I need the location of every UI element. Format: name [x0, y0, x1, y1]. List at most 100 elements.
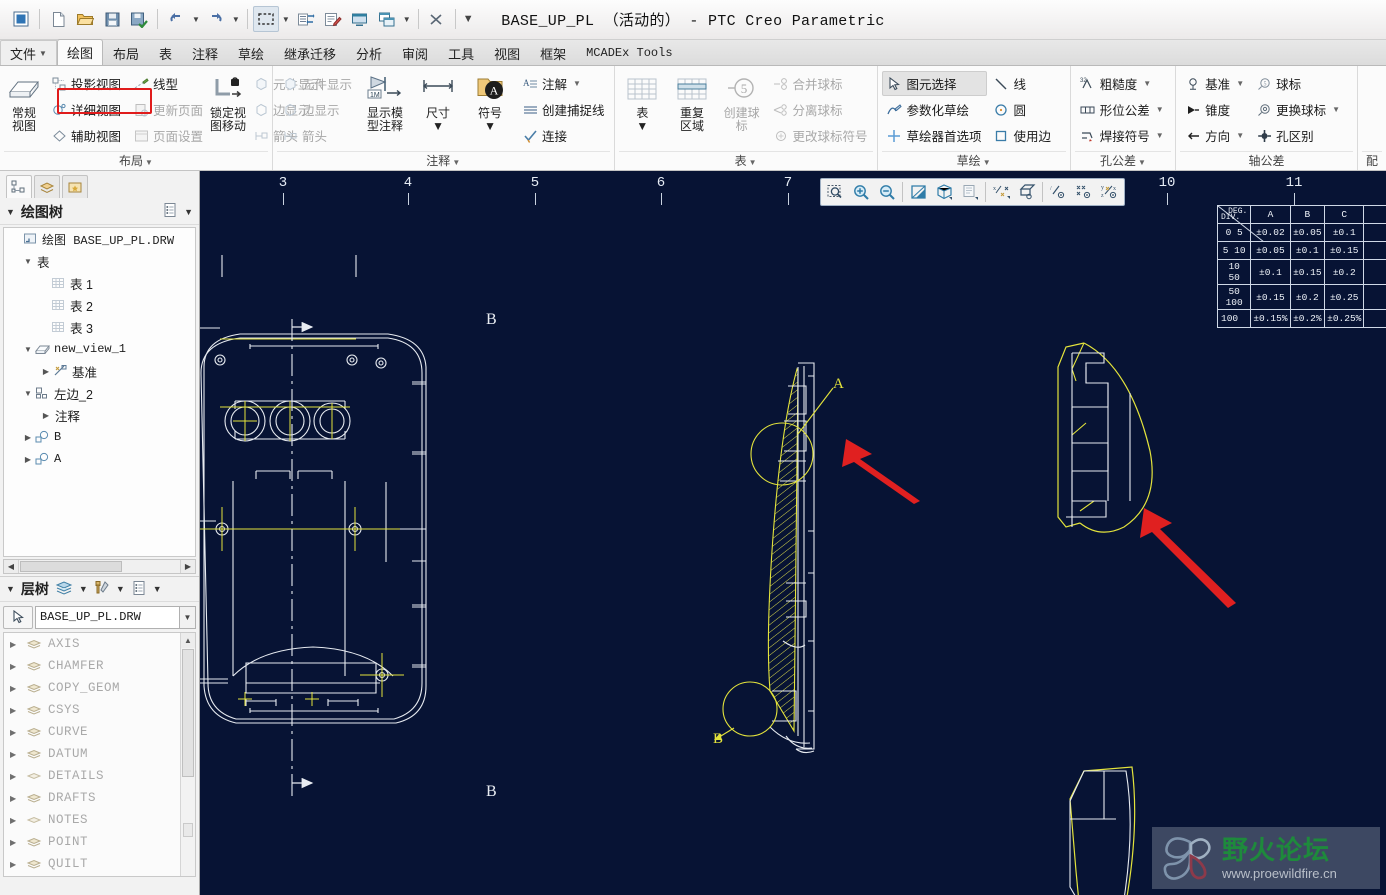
layer-expander-quilt[interactable]: ▶ — [10, 860, 24, 869]
zoom-window-icon[interactable] — [822, 180, 848, 204]
replace-balloon-dropdown-icon[interactable]: ▼ — [1332, 105, 1340, 114]
drawing-canvas[interactable]: 3 4 5 6 7 10 11 x / yzx B B A B DEG. DIV… — [200, 171, 1386, 895]
display-style-icon[interactable] — [931, 180, 957, 204]
tab-layout[interactable]: 布局 — [103, 40, 149, 65]
repeat-region-button[interactable]: 重复 区域 — [668, 69, 716, 133]
dimension-button[interactable]: 尺寸 ▼ — [413, 69, 463, 133]
tab-table[interactable]: 表 — [149, 40, 182, 65]
tree-item-table-3[interactable]: 表 3 — [4, 316, 195, 338]
group-table-expand-icon[interactable]: ▼ — [749, 158, 757, 167]
group-table-title[interactable]: 表 ▼ — [618, 151, 873, 170]
panel-mini-tabs[interactable] — [0, 171, 199, 199]
balloon-button[interactable]: 5 球标 — [1251, 71, 1345, 96]
layer-item-copy-geom[interactable]: ▶ COPY_GEOM — [4, 677, 195, 699]
edge-display-button-2[interactable]: 边显示 — [277, 97, 357, 122]
tree-expander-b[interactable]: ▶ — [22, 433, 34, 442]
layer-expander-axis[interactable]: ▶ — [10, 640, 24, 649]
layer-model-selector[interactable]: BASE_UP_PL.DRW ▼ — [3, 604, 196, 630]
layer-expander-chamfer[interactable]: ▶ — [10, 662, 24, 671]
line-style-button[interactable]: 线型 — [128, 71, 208, 96]
group-hole-tolerance-title[interactable]: 孔公差 ▼ — [1074, 151, 1172, 170]
tree-item-b[interactable]: ▶ B — [4, 426, 195, 448]
tree-expander-datum[interactable]: ▶ — [40, 367, 52, 376]
sheet-setup-button[interactable]: 页面设置 — [128, 123, 208, 148]
tab-frame[interactable]: 框架 — [530, 40, 576, 65]
lock-view-movement-button[interactable]: 锁定视 图移动 — [210, 69, 246, 133]
vscroll-thumb[interactable] — [182, 649, 194, 777]
tree-item-annotations[interactable]: ▶ 注释 — [4, 404, 195, 426]
note-button[interactable]: A 注解 ▼ — [517, 71, 610, 96]
layer-expander-details[interactable]: ▶ — [10, 772, 24, 781]
hole-difference-button[interactable]: 孔区别 — [1251, 123, 1345, 148]
tab-analysis[interactable]: 分析 — [346, 40, 392, 65]
tree-expander-a[interactable]: ▶ — [22, 455, 34, 464]
group-hole-tolerance-expand-icon[interactable]: ▼ — [1138, 158, 1146, 167]
view-manager-icon[interactable] — [1014, 180, 1040, 204]
point-display-icon[interactable] — [1071, 180, 1097, 204]
zoom-in-icon[interactable] — [848, 180, 874, 204]
show-model-annotations-button[interactable]: 1M 显示模 型注释 — [359, 69, 411, 133]
datum-button[interactable]: 基准 ▼ — [1180, 71, 1249, 96]
sketcher-preferences-button[interactable]: 草绘器首选项 — [882, 123, 987, 148]
layer-item-chamfer[interactable]: ▶ CHAMFER — [4, 655, 195, 677]
geometric-tolerance-button[interactable]: 形位公差 ▼ — [1075, 97, 1169, 122]
zoom-out-icon[interactable] — [874, 180, 900, 204]
axis-display-icon[interactable]: / — [1045, 180, 1071, 204]
favorites-tab[interactable] — [62, 175, 88, 198]
group-layout-title[interactable]: 布局 ▼ — [4, 151, 268, 170]
entity-select-button[interactable]: 图元选择 — [881, 71, 987, 96]
tab-tools[interactable]: 工具 — [438, 40, 484, 65]
ribbon-tab-strip[interactable]: 文件 ▼ 绘图 布局 表 注释 草绘 继承迁移 分析 审阅 工具 视图 框架 MC… — [0, 39, 1386, 66]
layer-item-point[interactable]: ▶ POINT — [4, 831, 195, 853]
layer-tab[interactable] — [34, 175, 60, 198]
projection-view-button[interactable]: 投影视图 — [46, 71, 126, 96]
refit-icon[interactable] — [905, 180, 931, 204]
weld-symbol-dropdown-icon[interactable]: ▼ — [1156, 131, 1164, 140]
create-balloon-button[interactable]: 5 创建球 标 — [718, 69, 766, 133]
tab-sketch[interactable]: 草绘 — [228, 40, 274, 65]
dimension-dropdown-icon[interactable]: ▼ — [432, 120, 444, 133]
tree-expander-new-view[interactable]: ▼ — [22, 345, 34, 354]
tab-file[interactable]: 文件 ▼ — [0, 40, 57, 65]
update-sheet-button[interactable]: 更新页面 — [128, 97, 208, 122]
saved-views-icon[interactable] — [957, 180, 983, 204]
layer-expander-csys[interactable]: ▶ — [10, 706, 24, 715]
tree-item-drawing[interactable]: 绘图 BASE_UP_PL.DRW — [4, 228, 195, 250]
datum-dropdown-icon[interactable]: ▼ — [1236, 79, 1244, 88]
layer-tree-menu-icon[interactable]: ▼ — [153, 584, 162, 594]
note-dropdown-icon[interactable]: ▼ — [573, 79, 581, 88]
group-annotate-expand-icon[interactable]: ▼ — [452, 158, 460, 167]
split-balloons-button[interactable]: 分离球标 — [768, 97, 873, 122]
model-tree-tab[interactable] — [6, 175, 32, 198]
symbol-dropdown-icon[interactable]: ▼ — [484, 120, 496, 133]
scroll-up-icon[interactable]: ▲ — [181, 633, 195, 648]
circle-button[interactable]: 圆 — [989, 97, 1057, 122]
tools-dropdown-icon[interactable]: ▼ — [116, 584, 125, 594]
hscroll-thumb[interactable] — [20, 561, 122, 572]
group-layout-expand-icon[interactable]: ▼ — [145, 158, 153, 167]
tree-expander-annotations[interactable]: ▶ — [40, 411, 52, 420]
use-edge-button[interactable]: 使用边 — [989, 123, 1057, 148]
change-balloon-symbol-button[interactable]: 更改球标符号 — [768, 123, 873, 148]
group-annotate-title[interactable]: 注释 ▼ — [277, 151, 610, 170]
drawing-tree-menu-icon[interactable]: ▼ — [184, 207, 193, 217]
scroll-right-icon[interactable]: ▶ — [180, 560, 195, 573]
layer-expander-drafts[interactable]: ▶ — [10, 794, 24, 803]
direction-dropdown-icon[interactable]: ▼ — [1236, 131, 1244, 140]
drawing-tree[interactable]: 绘图 BASE_UP_PL.DRW ▼ 表 表 1 表 2 表 3 ▼ new_… — [3, 227, 196, 557]
layer-item-drafts[interactable]: ▶ DRAFTS — [4, 787, 195, 809]
auxiliary-view-button[interactable]: 辅助视图 — [46, 123, 126, 148]
group-sketch-expand-icon[interactable]: ▼ — [983, 158, 991, 167]
create-snap-line-button[interactable]: 创建捕捉线 — [517, 97, 610, 122]
tree-item-left-2[interactable]: ▼ 左边_2 — [4, 382, 195, 404]
surface-finish-dropdown-icon[interactable]: ▼ — [1143, 79, 1151, 88]
symbol-button[interactable]: A 符号 ▼ — [465, 69, 515, 133]
graphics-toolbar[interactable]: x / yz x — [820, 178, 1125, 206]
layer-expander-notes[interactable]: ▶ — [10, 816, 24, 825]
tree-settings-icon[interactable] — [162, 202, 178, 221]
weld-symbol-button[interactable]: 焊接符号 ▼ — [1075, 123, 1169, 148]
drawing-tree-hscrollbar[interactable]: ◀ ▶ — [3, 559, 196, 574]
tab-annotate[interactable]: 注释 — [182, 40, 228, 65]
vscroll-grip[interactable] — [183, 823, 193, 837]
tree-item-datum[interactable]: ▶ 基准 — [4, 360, 195, 382]
